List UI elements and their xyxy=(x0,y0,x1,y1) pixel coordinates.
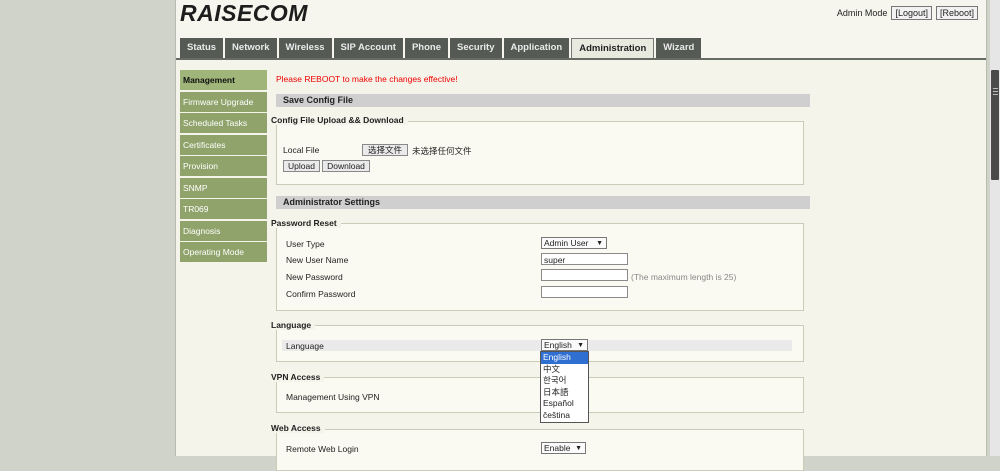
language-row-highlight xyxy=(282,340,792,351)
user-type-label: User Type xyxy=(286,239,325,249)
sidebar-item-operating-mode[interactable]: Operating Mode xyxy=(180,242,267,262)
tab-wizard[interactable]: Wizard xyxy=(656,38,702,58)
remote-web-login-select[interactable]: Enable ▼ xyxy=(541,442,586,454)
admin-mode-label: Admin Mode xyxy=(836,8,888,18)
config-file-legend: Config File Upload && Download xyxy=(271,115,408,125)
logo: RAISECOM xyxy=(180,0,308,26)
new-user-name-input[interactable]: super xyxy=(541,253,628,265)
remote-web-login-label: Remote Web Login xyxy=(286,444,359,454)
main-tabs: Status Network Wireless SIP Account Phon… xyxy=(180,38,702,59)
user-type-select[interactable]: Admin User ▼ xyxy=(541,237,607,249)
user-type-value: Admin User xyxy=(544,238,589,248)
language-value: English xyxy=(544,340,572,350)
language-option-spanish[interactable]: Español xyxy=(541,398,588,410)
chevron-down-icon: ▼ xyxy=(575,445,582,452)
grip-line xyxy=(993,88,998,89)
tab-network[interactable]: Network xyxy=(225,38,277,58)
top-right-controls: Admin Mode [Logout] [Reboot] xyxy=(837,6,978,20)
sidebar: Management Firmware Upgrade Scheduled Ta… xyxy=(180,70,267,264)
max-length-hint: (The maximum length is 25) xyxy=(631,272,737,282)
grip-line xyxy=(993,91,998,92)
chevron-down-icon: ▼ xyxy=(577,342,584,349)
scrollbar-thumb[interactable] xyxy=(991,70,999,180)
language-label: Language xyxy=(286,341,324,351)
remote-web-login-value: Enable xyxy=(544,443,571,453)
language-legend: Language xyxy=(271,320,316,330)
sidebar-item-certificates[interactable]: Certificates xyxy=(180,134,267,155)
tab-sip-account[interactable]: SIP Account xyxy=(333,38,403,58)
reboot-button[interactable]: [Reboot] xyxy=(935,6,978,20)
language-option-czech[interactable]: čeština xyxy=(541,410,588,422)
sidebar-item-provision[interactable]: Provision xyxy=(180,156,267,176)
admin-settings-section-title: Administrator Settings xyxy=(276,196,810,209)
tab-administration[interactable]: Administration xyxy=(571,38,655,59)
vpn-legend: VPN Access xyxy=(271,372,325,382)
language-dropdown-list: English 中文 한국어 日本語 Español čeština xyxy=(540,351,589,423)
tab-divider xyxy=(176,58,986,60)
sidebar-item-management[interactable]: Management xyxy=(180,70,267,90)
download-button[interactable]: Download xyxy=(322,160,370,172)
sidebar-item-scheduled-tasks[interactable]: Scheduled Tasks xyxy=(180,113,267,133)
language-option-korean[interactable]: 한국어 xyxy=(541,375,588,387)
web-access-legend: Web Access xyxy=(271,423,325,433)
sidebar-item-tr069[interactable]: TR069 xyxy=(180,199,267,219)
upload-button[interactable]: Upload xyxy=(283,160,320,172)
language-option-chinese[interactable]: 中文 xyxy=(541,364,588,376)
new-password-input[interactable] xyxy=(541,269,628,281)
tab-security[interactable]: Security xyxy=(450,38,502,58)
tab-phone[interactable]: Phone xyxy=(404,38,448,58)
language-option-english[interactable]: English xyxy=(541,352,588,364)
sidebar-item-firmware-upgrade[interactable]: Firmware Upgrade xyxy=(180,91,267,112)
password-reset-legend: Password Reset xyxy=(271,218,341,228)
choose-file-button[interactable]: 选择文件 xyxy=(362,144,408,156)
no-file-chosen-text: 未选择任何文件 xyxy=(412,146,472,156)
save-config-section-title: Save Config File xyxy=(276,94,810,107)
confirm-password-input[interactable] xyxy=(541,286,628,298)
chevron-down-icon: ▼ xyxy=(596,240,603,247)
config-file-fieldset xyxy=(276,121,804,185)
language-select[interactable]: English ▼ xyxy=(541,339,588,351)
sidebar-item-diagnosis[interactable]: Diagnosis xyxy=(180,220,267,241)
sidebar-item-snmp[interactable]: SNMP xyxy=(180,177,267,198)
header: RAISECOM Admin Mode [Logout] [Reboot] St… xyxy=(176,0,986,60)
reboot-notice: Please REBOOT to make the changes effect… xyxy=(276,74,458,84)
new-user-name-label: New User Name xyxy=(286,255,349,265)
page-scrollbar[interactable] xyxy=(990,0,1000,456)
language-option-japanese[interactable]: 日本語 xyxy=(541,387,588,399)
logout-button[interactable]: [Logout] xyxy=(891,6,932,20)
management-vpn-label: Management Using VPN xyxy=(286,392,380,402)
tab-wireless[interactable]: Wireless xyxy=(278,38,332,58)
local-file-label: Local File xyxy=(283,145,320,155)
new-password-label: New Password xyxy=(286,272,343,282)
tab-application[interactable]: Application xyxy=(503,38,570,58)
tab-status[interactable]: Status xyxy=(180,38,224,58)
grip-line xyxy=(993,94,998,95)
confirm-password-label: Confirm Password xyxy=(286,289,356,299)
